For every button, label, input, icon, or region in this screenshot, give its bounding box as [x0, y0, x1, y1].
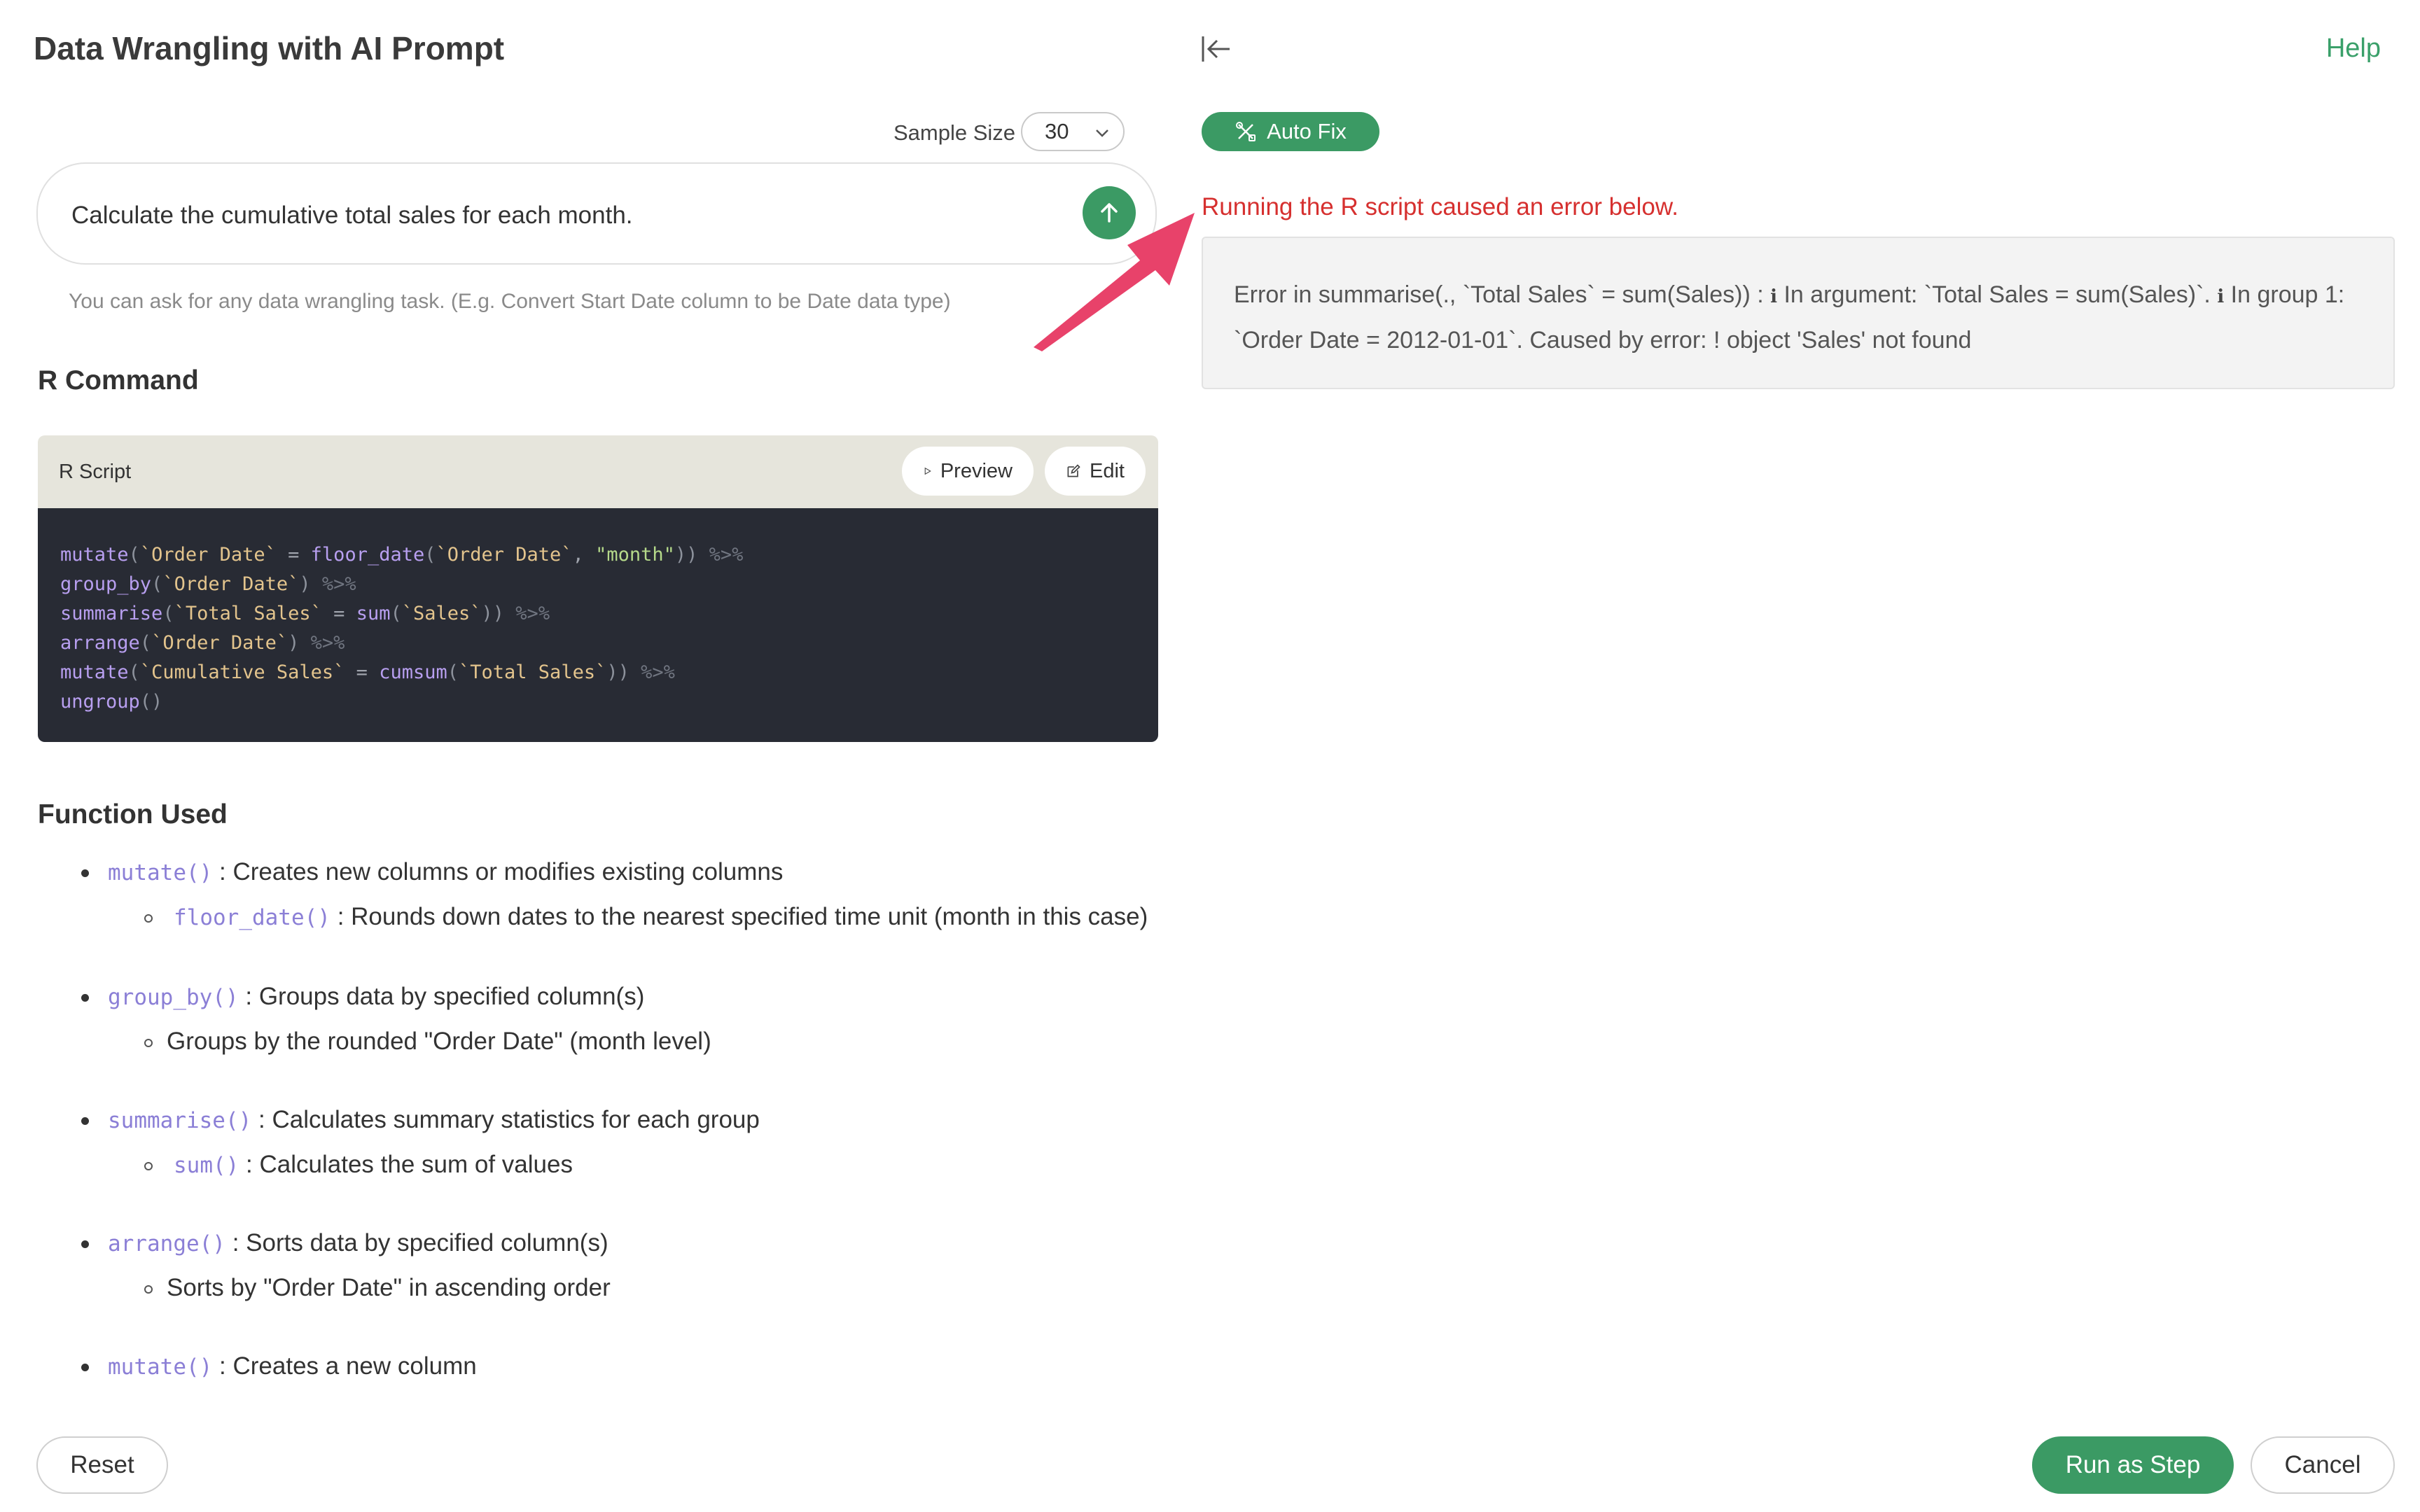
bullet-icon	[81, 1240, 89, 1248]
script-label: R Script	[59, 461, 132, 483]
list-item: floor_date() : Rounds down dates to the …	[174, 903, 1148, 930]
code-line-6: ungroup()	[60, 691, 163, 713]
bullet-icon	[81, 994, 89, 1002]
list-item: Sorts by "Order Date" in ascending order	[167, 1274, 611, 1301]
code-line-4: arrange(`Order Date`) %>%	[60, 632, 345, 654]
r-command-heading: R Command	[38, 365, 199, 396]
annotation-arrow-icon	[1034, 213, 1195, 351]
list-item: Groups by the rounded "Order Date" (mont…	[167, 1028, 711, 1055]
list-item: arrange() : Sorts data by specified colu…	[108, 1229, 609, 1256]
page-title: Data Wrangling with AI Prompt	[34, 30, 505, 66]
chevron-down-icon	[1092, 123, 1112, 143]
prompt-text: Calculate the cumulative total sales for…	[71, 202, 633, 229]
error-title: Running the R script caused an error bel…	[1202, 193, 1678, 220]
auto-fix-button[interactable]: Auto Fix	[1202, 112, 1379, 151]
cancel-button[interactable]: Cancel	[2251, 1436, 2395, 1494]
preview-button[interactable]: Preview	[902, 447, 1034, 496]
help-link[interactable]: Help	[2326, 34, 2381, 64]
code-block: mutate(`Order Date` = floor_date(`Order …	[38, 508, 1158, 742]
sub-bullet-icon	[144, 1285, 153, 1294]
code-line-3: summarise(`Total Sales` = sum(`Sales`)) …	[60, 603, 550, 624]
info-icon: i	[2217, 286, 2225, 307]
auto-fix-label: Auto Fix	[1267, 119, 1347, 144]
edit-label: Edit	[1090, 459, 1125, 482]
sample-size-value: 30	[1045, 119, 1069, 144]
run-as-step-button[interactable]: Run as Step	[2032, 1436, 2234, 1494]
sample-size-label: Sample Size	[893, 120, 1016, 145]
reset-button[interactable]: Reset	[36, 1436, 168, 1494]
list-item: mutate() : Creates new columns or modifi…	[108, 858, 784, 886]
sample-size-select[interactable]: 30	[1021, 112, 1125, 151]
edit-icon	[1067, 464, 1080, 477]
bullet-icon	[81, 1117, 89, 1125]
code-line-2: group_by(`Order Date`) %>%	[60, 573, 356, 595]
bullet-icon	[81, 1364, 89, 1371]
info-icon: i	[1770, 286, 1778, 307]
prompt-hint: You can ask for any data wrangling task.…	[69, 290, 951, 313]
list-item: group_by() : Groups data by specified co…	[108, 983, 645, 1010]
error-message-box: Error in summarise(., `Total Sales` = su…	[1202, 237, 2395, 389]
tools-icon	[1236, 122, 1256, 141]
bullet-icon	[81, 869, 89, 877]
list-item: sum() : Calculates the sum of values	[174, 1151, 573, 1178]
list-item: mutate() : Creates a new column	[108, 1352, 477, 1380]
code-line-5: mutate(`Cumulative Sales` = cumsum(`Tota…	[60, 662, 675, 683]
preview-label: Preview	[940, 459, 1013, 482]
sub-bullet-icon	[144, 1039, 153, 1047]
code-line-1: mutate(`Order Date` = floor_date(`Order …	[60, 544, 744, 566]
sub-bullet-icon	[144, 1162, 153, 1170]
play-icon	[924, 467, 931, 475]
sub-bullet-icon	[144, 914, 153, 923]
collapse-panel-icon[interactable]	[1199, 32, 1232, 66]
edit-button[interactable]: Edit	[1045, 447, 1146, 496]
list-item: summarise() : Calculates summary statist…	[108, 1106, 760, 1133]
function-used-heading: Function Used	[38, 799, 228, 830]
